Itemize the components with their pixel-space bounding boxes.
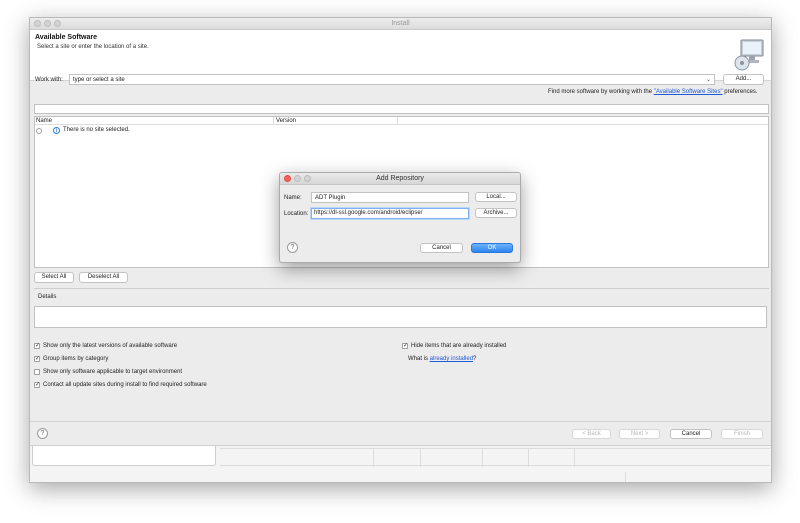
available-sites-hint: Find more software by working with the "…: [548, 89, 758, 95]
table-row[interactable]: i There is no site selected.: [35, 127, 235, 136]
location-field[interactable]: https://dl-ssl.google.com/android/eclips…: [311, 208, 469, 219]
background-workbench: [30, 445, 771, 482]
filter-input[interactable]: [34, 104, 769, 114]
details-divider: [34, 288, 769, 289]
add-site-button[interactable]: Add...: [723, 74, 764, 85]
hide-installed-label: Hide items that are already installed: [411, 343, 507, 349]
page-subtitle: Select a site or enter the location of a…: [37, 44, 149, 50]
bg-column-divider: [574, 449, 575, 467]
select-all-button[interactable]: Select All: [34, 272, 74, 283]
help-icon[interactable]: ?: [37, 428, 48, 439]
local-button[interactable]: Local...: [475, 192, 517, 202]
location-label: Location:: [284, 211, 309, 217]
finish-button[interactable]: Finish: [721, 429, 763, 439]
next-button[interactable]: Next >: [619, 429, 660, 439]
name-field[interactable]: ADT Plugin: [311, 192, 469, 203]
bg-divider: [625, 472, 626, 482]
work-with-label: Work with:: [35, 77, 63, 83]
bg-column-divider: [528, 449, 529, 467]
latest-versions-label: Show only the latest versions of availab…: [43, 343, 178, 349]
work-with-combo[interactable]: type or select a site ⌄: [69, 74, 715, 85]
contact-sites-label: Contact all update sites during install …: [43, 382, 207, 388]
empty-message: There is no site selected.: [63, 127, 130, 133]
what-is-suffix: ?: [473, 356, 477, 362]
what-is-prefix: What is: [408, 356, 430, 362]
window-titlebar[interactable]: Install: [30, 18, 771, 30]
column-name[interactable]: Name: [36, 118, 52, 124]
column-version[interactable]: Version: [276, 118, 296, 124]
hide-installed-checkbox[interactable]: ✓: [402, 343, 408, 349]
contact-sites-checkbox[interactable]: ✓: [34, 382, 40, 388]
column-divider: [397, 117, 398, 125]
ok-button[interactable]: OK: [471, 243, 513, 253]
applicable-only-label: Show only software applicable to target …: [43, 369, 183, 375]
page-title: Available Software: [35, 34, 97, 41]
dialog-help-icon[interactable]: ?: [287, 242, 298, 253]
bg-column-divider: [373, 449, 374, 467]
chevron-down-icon[interactable]: ⌄: [706, 76, 711, 83]
details-label: Details: [38, 294, 57, 300]
already-installed-link[interactable]: already installed: [430, 356, 473, 362]
install-wizard-icon: [733, 36, 765, 76]
row-checkbox[interactable]: [36, 128, 42, 134]
table-header: Name Version: [35, 117, 768, 125]
column-divider: [273, 117, 274, 125]
what-is-installed: What is already installed?: [408, 356, 476, 362]
cancel-button[interactable]: Cancel: [670, 429, 712, 439]
name-label: Name:: [284, 195, 302, 201]
location-value: https://dl-ssl.google.com/android/eclips…: [314, 210, 423, 216]
info-icon: i: [53, 127, 60, 134]
group-by-category-label: Group items by category: [43, 356, 109, 362]
dialog-titlebar[interactable]: Add Repository: [280, 173, 520, 185]
work-with-value: type or select a site: [73, 77, 125, 83]
group-by-category-checkbox[interactable]: ✓: [34, 356, 40, 362]
background-table: [220, 448, 770, 467]
dialog-cancel-button[interactable]: Cancel: [420, 243, 463, 253]
name-value: ADT Plugin: [315, 195, 346, 201]
back-button[interactable]: < Back: [572, 429, 611, 439]
bg-column-divider: [420, 449, 421, 467]
bg-column-divider: [482, 449, 483, 467]
available-sites-prefix: Find more software by working with the: [548, 89, 654, 95]
applicable-only-checkbox[interactable]: [34, 369, 40, 375]
archive-button[interactable]: Archive...: [475, 208, 517, 218]
latest-versions-checkbox[interactable]: ✓: [34, 343, 40, 349]
background-panel: [32, 446, 216, 466]
available-sites-link[interactable]: "Available Software Sites": [654, 89, 723, 95]
details-area[interactable]: [34, 306, 767, 328]
window-title: Install: [391, 20, 410, 27]
footer-divider: [30, 421, 771, 422]
deselect-all-button[interactable]: Deselect All: [79, 272, 128, 283]
dialog-title: Add Repository: [376, 175, 424, 182]
add-repository-dialog: Add Repository Name: ADT Plugin Local...…: [279, 172, 521, 263]
available-sites-suffix: preferences.: [722, 89, 758, 95]
